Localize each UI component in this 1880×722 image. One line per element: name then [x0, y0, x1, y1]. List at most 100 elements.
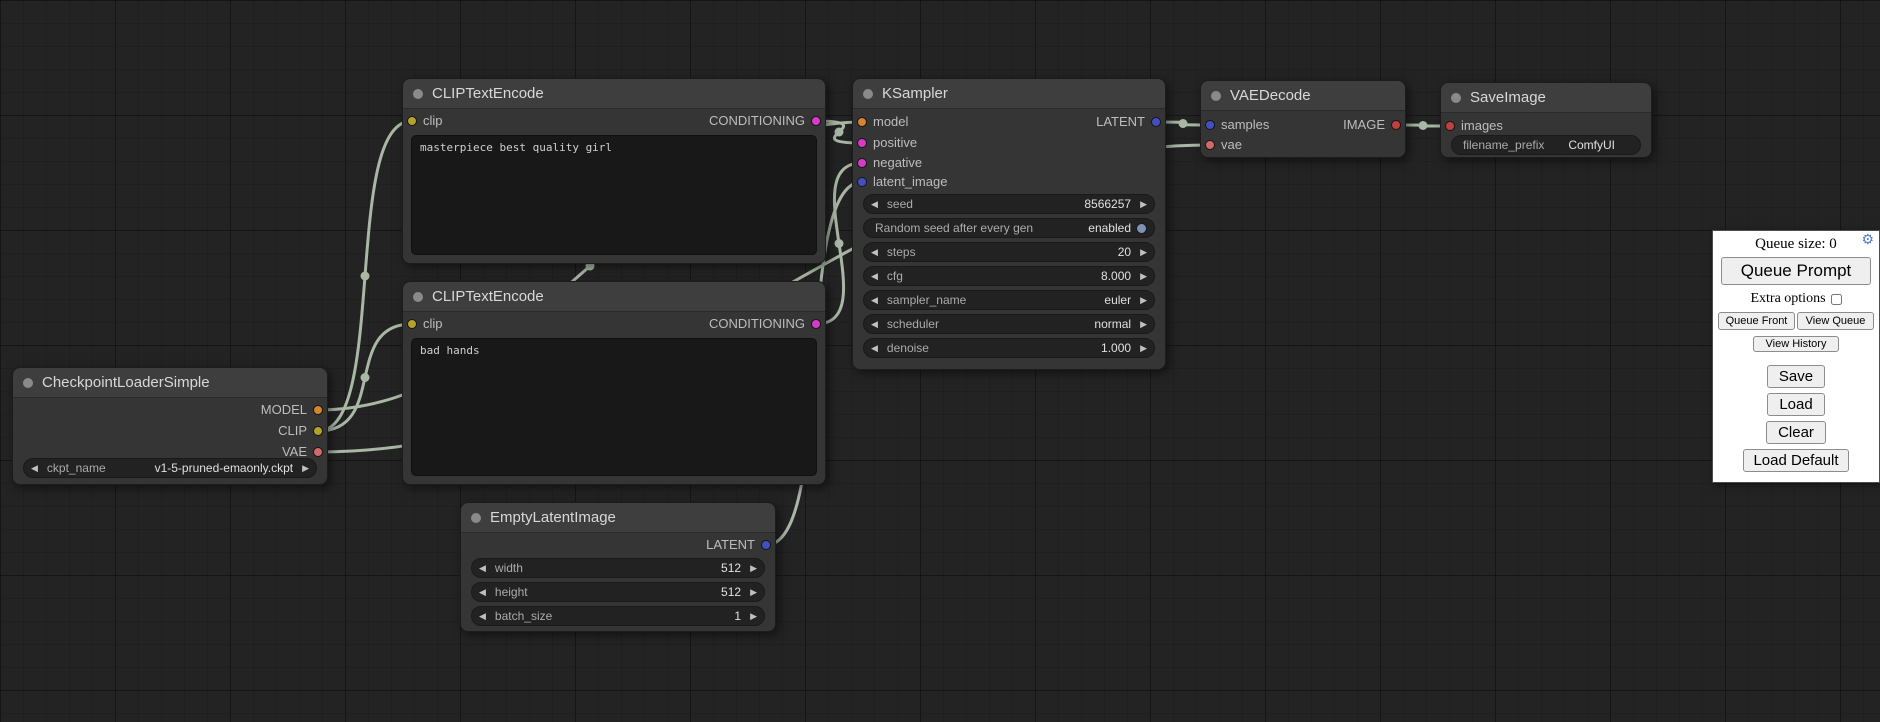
load-button[interactable]: Load	[1767, 393, 1824, 416]
node-cliptextencode-negative[interactable]: CLIPTextEncode clip CONDITIONING bad han…	[402, 281, 826, 485]
node-title-bar[interactable]: CLIPTextEncode	[403, 282, 825, 312]
increment-arrow-icon[interactable]: ▶	[750, 564, 757, 573]
conditioning-output-port[interactable]	[811, 319, 821, 329]
widget-value: normal	[1094, 317, 1131, 331]
height-widget[interactable]: ◀ height 512 ▶	[471, 582, 765, 602]
samples-input-port[interactable]	[1205, 120, 1215, 130]
clip-input-port[interactable]	[407, 116, 417, 126]
node-emptylatentimage[interactable]: EmptyLatentImage LATENT ◀ width 512 ▶ ◀ …	[460, 502, 776, 632]
ckpt-name-widget[interactable]: ◀ ckpt_name v1-5-pruned-emaonly.ckpt ▶	[23, 458, 317, 478]
decrement-arrow-icon[interactable]: ◀	[479, 564, 486, 573]
widget-value: 512	[721, 561, 741, 575]
node-title: CheckpointLoaderSimple	[42, 374, 210, 391]
cfg-widget[interactable]: ◀ cfg 8.000 ▶	[863, 266, 1155, 286]
decrement-arrow-icon[interactable]: ◀	[871, 344, 878, 353]
decrement-arrow-icon[interactable]: ◀	[31, 464, 38, 473]
negative-input-port[interactable]	[857, 158, 867, 168]
increment-arrow-icon[interactable]: ▶	[1140, 248, 1147, 257]
increment-arrow-icon[interactable]: ▶	[302, 464, 309, 473]
load-default-button[interactable]: Load Default	[1743, 449, 1848, 472]
node-ksampler[interactable]: KSampler model positive negative latent_…	[852, 78, 1166, 370]
node-vaedecode[interactable]: VAEDecode samples vae IMAGE	[1200, 80, 1406, 158]
view-history-button[interactable]: View History	[1753, 336, 1840, 352]
widget-label: width	[495, 561, 523, 575]
model-input-port[interactable]	[857, 117, 867, 127]
scheduler-widget[interactable]: ◀ scheduler normal ▶	[863, 314, 1155, 334]
latent-output-port[interactable]	[761, 540, 771, 550]
width-widget[interactable]: ◀ width 512 ▶	[471, 558, 765, 578]
increment-arrow-icon[interactable]: ▶	[750, 588, 757, 597]
node-title-bar[interactable]: CheckpointLoaderSimple	[13, 368, 327, 398]
queue-prompt-button[interactable]: Queue Prompt	[1721, 257, 1871, 285]
increment-arrow-icon[interactable]: ▶	[1140, 296, 1147, 305]
denoise-widget[interactable]: ◀ denoise 1.000 ▶	[863, 338, 1155, 358]
image-output-port[interactable]	[1391, 120, 1401, 130]
conditioning-output-port[interactable]	[811, 116, 821, 126]
latent-image-input-port[interactable]	[857, 177, 867, 187]
node-title-bar[interactable]: KSampler	[853, 79, 1165, 109]
seed-widget[interactable]: ◀ seed 8566257 ▶	[863, 194, 1155, 214]
image-output-label: IMAGE	[1343, 117, 1385, 133]
decrement-arrow-icon[interactable]: ◀	[479, 588, 486, 597]
node-checkpointloadersimple[interactable]: CheckpointLoaderSimple MODEL CLIP VAE ◀ …	[12, 367, 328, 485]
filename-prefix-widget[interactable]: filename_prefix ComfyUI	[1451, 135, 1641, 155]
node-title-bar[interactable]: SaveImage	[1441, 83, 1651, 113]
negative-prompt-textarea[interactable]: bad hands	[411, 338, 817, 476]
increment-arrow-icon[interactable]: ▶	[1140, 320, 1147, 329]
widget-label: filename_prefix	[1463, 138, 1544, 152]
decrement-arrow-icon[interactable]: ◀	[871, 296, 878, 305]
widget-label: cfg	[887, 269, 903, 283]
node-title: SaveImage	[1470, 89, 1546, 106]
random-seed-toggle-widget[interactable]: Random seed after every gen enabled	[863, 218, 1155, 238]
settings-gear-icon[interactable]: ⚙	[1861, 234, 1874, 248]
batch-size-widget[interactable]: ◀ batch_size 1 ▶	[471, 606, 765, 626]
widget-value: 1	[734, 609, 741, 623]
widget-value: ComfyUI	[1568, 138, 1615, 152]
node-status-dot-icon	[23, 378, 33, 388]
node-status-dot-icon	[1451, 93, 1461, 103]
increment-arrow-icon[interactable]: ▶	[1140, 272, 1147, 281]
widget-value: euler	[1104, 293, 1131, 307]
node-cliptextencode-positive[interactable]: CLIPTextEncode clip CONDITIONING masterp…	[402, 78, 826, 264]
node-status-dot-icon	[413, 89, 423, 99]
queue-front-button[interactable]: Queue Front	[1718, 312, 1795, 330]
sampler-name-widget[interactable]: ◀ sampler_name euler ▶	[863, 290, 1155, 310]
node-title: CLIPTextEncode	[432, 288, 544, 305]
clip-output-port[interactable]	[313, 426, 323, 436]
increment-arrow-icon[interactable]: ▶	[1140, 344, 1147, 353]
clip-input-port[interactable]	[407, 319, 417, 329]
widget-value: 1.000	[1101, 341, 1131, 355]
increment-arrow-icon[interactable]: ▶	[1140, 200, 1147, 209]
decrement-arrow-icon[interactable]: ◀	[871, 248, 878, 257]
positive-input-port[interactable]	[857, 138, 867, 148]
latent-output-port[interactable]	[1151, 117, 1161, 127]
steps-widget[interactable]: ◀ steps 20 ▶	[863, 242, 1155, 262]
node-status-dot-icon	[471, 513, 481, 523]
positive-prompt-textarea[interactable]: masterpiece best quality girl	[411, 135, 817, 255]
node-status-dot-icon	[863, 89, 873, 99]
clear-button[interactable]: Clear	[1766, 421, 1826, 444]
widget-value: 8.000	[1101, 269, 1131, 283]
model-output-port[interactable]	[313, 405, 323, 415]
queue-size-label: Queue size: 0	[1755, 236, 1837, 252]
decrement-arrow-icon[interactable]: ◀	[479, 612, 486, 621]
decrement-arrow-icon[interactable]: ◀	[871, 272, 878, 281]
node-title-bar[interactable]: CLIPTextEncode	[403, 79, 825, 109]
view-queue-button[interactable]: View Queue	[1797, 312, 1874, 330]
images-input-port[interactable]	[1445, 121, 1455, 131]
decrement-arrow-icon[interactable]: ◀	[871, 200, 878, 209]
node-title-bar[interactable]: EmptyLatentImage	[461, 503, 775, 533]
node-graph-canvas[interactable]: CheckpointLoaderSimple MODEL CLIP VAE ◀ …	[0, 0, 1880, 722]
widget-value: 20	[1118, 245, 1131, 259]
decrement-arrow-icon[interactable]: ◀	[871, 320, 878, 329]
extra-options-checkbox[interactable]	[1831, 294, 1842, 305]
model-output-label: MODEL	[261, 402, 307, 418]
toggle-dot-icon[interactable]	[1136, 223, 1147, 234]
link-midpoint-dot	[1419, 121, 1428, 130]
node-title-bar[interactable]: VAEDecode	[1201, 81, 1405, 111]
node-saveimage[interactable]: SaveImage images filename_prefix ComfyUI	[1440, 82, 1652, 158]
vae-input-port[interactable]	[1205, 140, 1215, 150]
save-button[interactable]: Save	[1767, 365, 1825, 388]
increment-arrow-icon[interactable]: ▶	[750, 612, 757, 621]
vae-output-port[interactable]	[313, 447, 323, 457]
